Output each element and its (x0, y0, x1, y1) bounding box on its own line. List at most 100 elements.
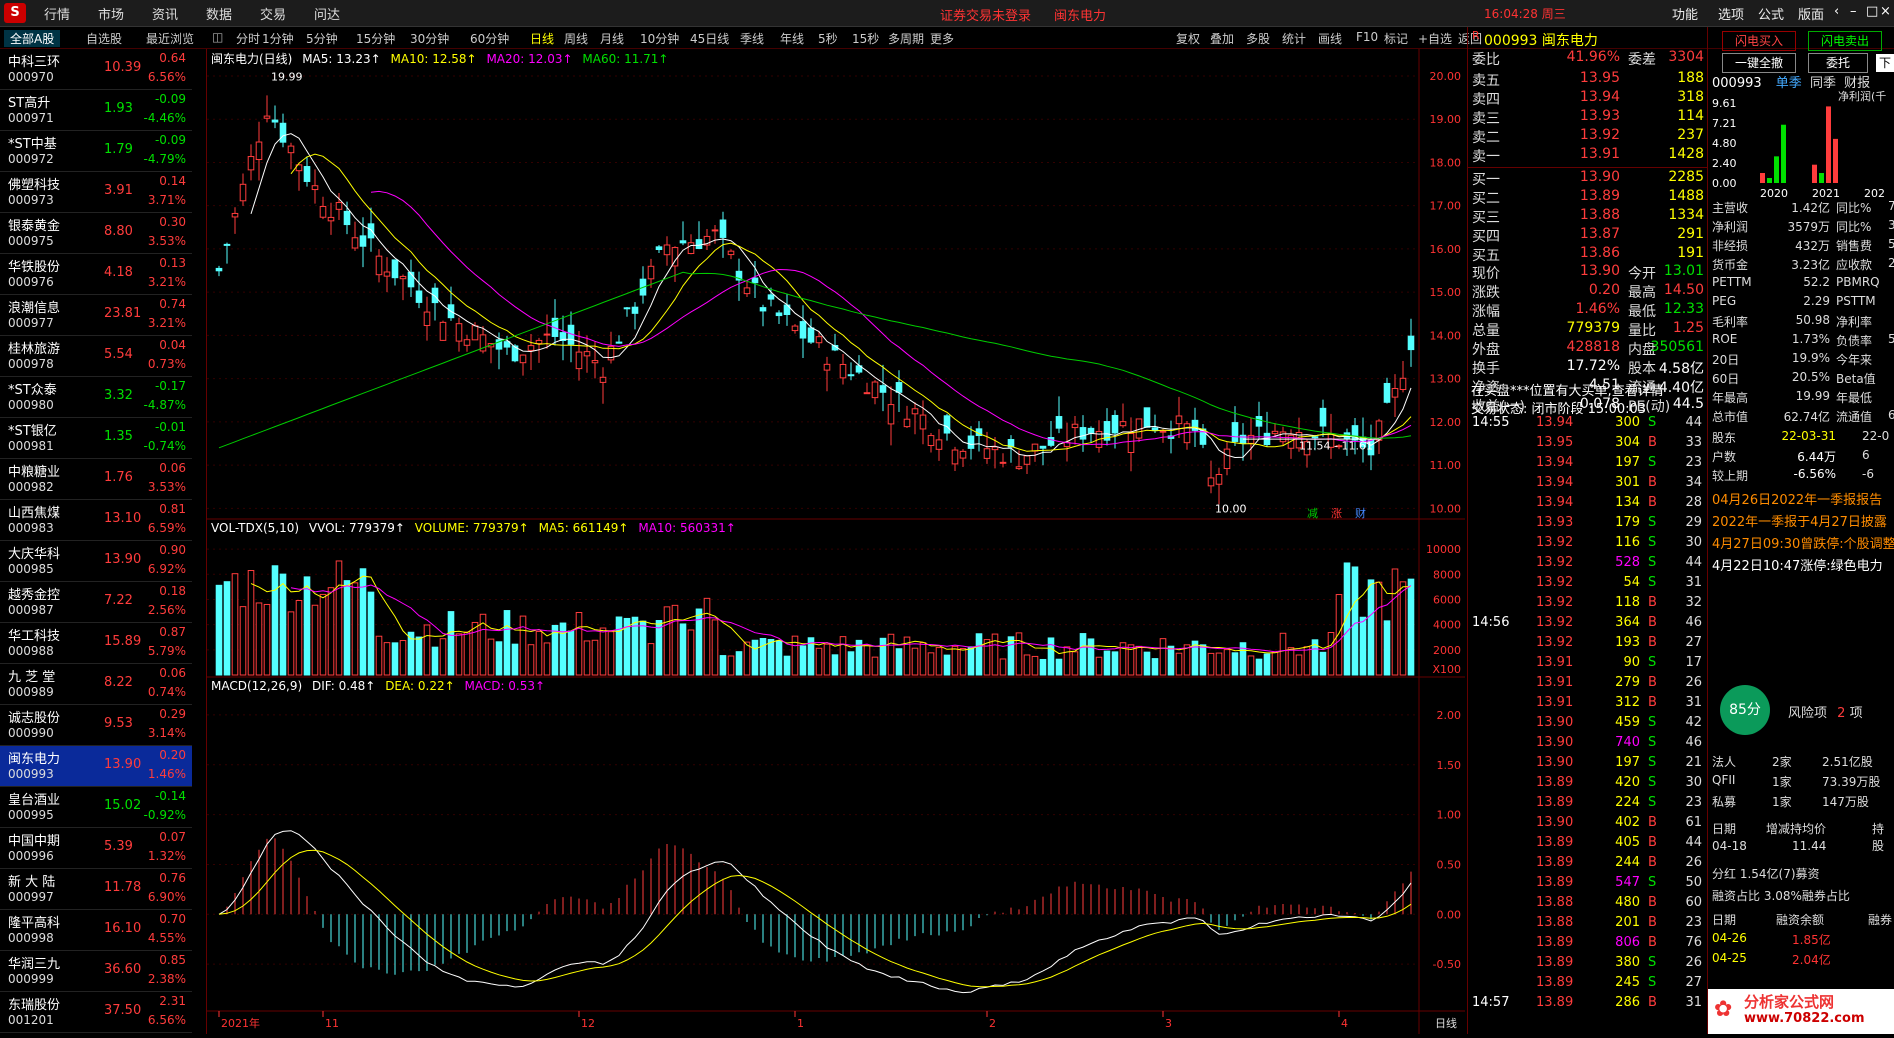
tab-watchlist[interactable]: 自选股 (80, 30, 128, 47)
download-icon[interactable]: 下 (1876, 54, 1894, 72)
period-tab[interactable]: 30分钟 (410, 30, 449, 47)
period-tab[interactable]: 日线 (530, 30, 554, 47)
stock-row[interactable]: 九 芝 堂 000989 8.22 0.06 0.74% (0, 664, 192, 705)
period-tab[interactable]: 更多 (930, 30, 954, 47)
period-tab[interactable]: 45日线 (690, 30, 729, 47)
stock-row[interactable]: 银泰黄金 000975 8.80 0.30 3.53% (0, 213, 192, 254)
big-order-notice[interactable]: 在买盘***位置有大买单,查看详情 (1471, 380, 1664, 399)
stock-row[interactable]: 华润三九 000999 36.60 0.85 2.38% (0, 951, 192, 992)
bid-row[interactable]: 买二 13.89 1488 (1468, 188, 1708, 207)
menu-gongneng[interactable]: 功能 (1672, 4, 1698, 23)
news-item[interactable]: 04月26日2022年一季报报告 (1712, 489, 1882, 508)
menu-banmian[interactable]: 版面 (1798, 4, 1824, 23)
maximize-icon[interactable]: □ (1866, 4, 1878, 19)
bid-row[interactable]: 买五 13.86 191 (1468, 245, 1708, 264)
period-tab[interactable]: 月线 (600, 30, 624, 47)
score-badge[interactable]: 85分 (1720, 685, 1770, 735)
ask-row[interactable]: 卖一 13.91 1428 (1468, 146, 1708, 165)
stock-row[interactable]: 佛塑科技 000973 3.91 0.14 3.71% (0, 172, 192, 213)
stock-row[interactable]: *ST众泰 000980 3.32 -0.17 -4.87% (0, 377, 192, 418)
stock-row[interactable]: 隆平高科 000998 16.10 0.70 4.55% (0, 910, 192, 951)
news-item[interactable]: 4月22日10:47涨停:绿色电力 (1712, 555, 1883, 574)
tick-price: 13.92 (1536, 535, 1574, 550)
panel-toggle-icon[interactable]: ◫ (212, 30, 223, 44)
stock-row[interactable]: 新 大 陆 000997 11.78 0.76 6.90% (0, 869, 192, 910)
tool-tab[interactable]: 复权 (1176, 30, 1200, 47)
close-icon[interactable]: × (1880, 4, 1891, 19)
stock-row[interactable]: 中科三环 000970 10.39 0.64 6.56% (0, 49, 192, 90)
period-tab[interactable]: 5秒 (818, 30, 838, 47)
candle-body (999, 461, 1007, 464)
tool-tab[interactable]: 统计 (1282, 30, 1306, 47)
stock-row[interactable]: 华铁股份 000976 4.18 0.13 3.21% (0, 254, 192, 295)
period-tab[interactable]: 60分钟 (470, 30, 509, 47)
bid-row[interactable]: 买四 13.87 291 (1468, 226, 1708, 245)
menu-shuju[interactable]: 数据 (206, 4, 232, 23)
login-notice[interactable]: 证券交易未登录 (940, 5, 1031, 24)
volume-bar (1175, 652, 1183, 676)
period-tab[interactable]: 1分钟 (262, 30, 294, 47)
stock-row[interactable]: 山西焦煤 000983 13.10 0.81 6.59% (0, 500, 192, 541)
stock-row[interactable]: 桂林旅游 000978 5.54 0.04 0.73% (0, 336, 192, 377)
tool-tab[interactable]: 多股 (1246, 30, 1270, 47)
news-item[interactable]: 2022年一季报于4月27日披露 (1712, 511, 1887, 530)
period-tab[interactable]: 15秒 (852, 30, 879, 47)
minimize-icon[interactable]: – (1850, 4, 1857, 19)
kline-chart-area[interactable]: 20.00 19.00 18.00 17.00 16.00 15.00 14.00 13.00… (206, 49, 1465, 1034)
period-tab[interactable]: 年线 (780, 30, 804, 47)
stock-row[interactable]: 皇台酒业 000995 15.02 -0.14 -0.92% (0, 787, 192, 828)
ask-row[interactable]: 卖四 13.94 318 (1468, 89, 1708, 108)
app-logo[interactable]: S (4, 3, 26, 23)
y-tick-label: 10000 (1426, 543, 1461, 556)
period-tab[interactable]: 10分钟 (640, 30, 679, 47)
period-tab[interactable]: 多周期 (888, 30, 924, 47)
stock-row[interactable]: 诚志股份 000990 9.53 0.29 3.14% (0, 705, 192, 746)
stock-row[interactable]: 闽东电力 000993 13.90 0.20 1.46% (0, 746, 192, 787)
menu-zixun[interactable]: 资讯 (152, 4, 178, 23)
stock-code: 000985 (8, 562, 54, 576)
bid-row[interactable]: 买一 13.90 2285 (1468, 169, 1708, 188)
stock-row[interactable]: ST高升 000971 1.93 -0.09 -4.46% (0, 90, 192, 131)
stock-row[interactable]: 东瑞股份 001201 37.50 2.31 6.56% (0, 992, 192, 1033)
period-tab[interactable]: 周线 (564, 30, 588, 47)
tool-tab[interactable]: 叠加 (1210, 30, 1234, 47)
ask-row[interactable]: 卖五 13.95 188 (1468, 70, 1708, 89)
period-tab[interactable]: 季线 (740, 30, 764, 47)
period-tab[interactable]: 分时 (236, 30, 260, 47)
tool-tab[interactable]: 画线 (1318, 30, 1342, 47)
menu-jiaoyi[interactable]: 交易 (260, 4, 286, 23)
risk-count[interactable]: 2 (1837, 706, 1845, 721)
stock-row[interactable]: 华工科技 000988 15.89 0.87 5.79% (0, 623, 192, 664)
tab-all-a-shares[interactable]: 全部A股 (4, 30, 61, 47)
period-tab[interactable]: 5分钟 (306, 30, 338, 47)
menu-wenda[interactable]: 问达 (314, 4, 340, 23)
tab-recent[interactable]: 最近浏览 (140, 30, 200, 47)
order-button[interactable]: 委托 (1808, 53, 1868, 73)
flash-buy-button[interactable]: 闪电买入 (1722, 31, 1796, 51)
bid-row[interactable]: 买三 13.88 1334 (1468, 207, 1708, 226)
cancel-all-button[interactable]: 一键全撤 (1722, 53, 1796, 73)
ask-row[interactable]: 卖三 13.93 114 (1468, 108, 1708, 127)
menu-xuanxiang[interactable]: 选项 (1718, 4, 1744, 23)
tool-tab[interactable]: +自选 (1418, 30, 1452, 47)
stock-row[interactable]: 大庆华科 000985 13.90 0.90 6.92% (0, 541, 192, 582)
menu-hangqing[interactable]: 行情 (44, 4, 70, 23)
menu-shichang[interactable]: 市场 (98, 4, 124, 23)
tick-volume: 420 (1615, 775, 1640, 790)
flash-sell-button[interactable]: 闪电卖出 (1808, 31, 1882, 51)
stock-row[interactable]: 中国中期 000996 5.39 0.07 1.32% (0, 828, 192, 869)
fund-row: 毛利率 50.98 净利率 (1712, 313, 1894, 330)
news-item[interactable]: 4月27日09:30曾跌停:个股调整 (1712, 533, 1894, 552)
stock-row[interactable]: 越秀金控 000987 7.22 0.18 2.56% (0, 582, 192, 623)
tool-tab[interactable]: F10 (1356, 30, 1378, 44)
back-arrow-icon[interactable]: ‹ (1834, 4, 1839, 19)
menu-gongshi[interactable]: 公式 (1758, 4, 1784, 23)
stock-row[interactable]: 中粮糖业 000982 1.76 0.06 3.53% (0, 459, 192, 500)
tool-tab[interactable]: 标记 (1384, 30, 1408, 47)
period-tab[interactable]: 15分钟 (356, 30, 395, 47)
stock-row[interactable]: *ST银亿 000981 1.35 -0.01 -0.74% (0, 418, 192, 459)
stock-row[interactable]: *ST中基 000972 1.79 -0.09 -4.79% (0, 131, 192, 172)
stock-row[interactable]: 浪潮信息 000977 23.81 0.74 3.21% (0, 295, 192, 336)
ask-row[interactable]: 卖二 13.92 237 (1468, 127, 1708, 146)
chart-svg[interactable]: 20.0019.0018.0017.0016.0015.0014.0013.00… (207, 49, 1465, 1034)
